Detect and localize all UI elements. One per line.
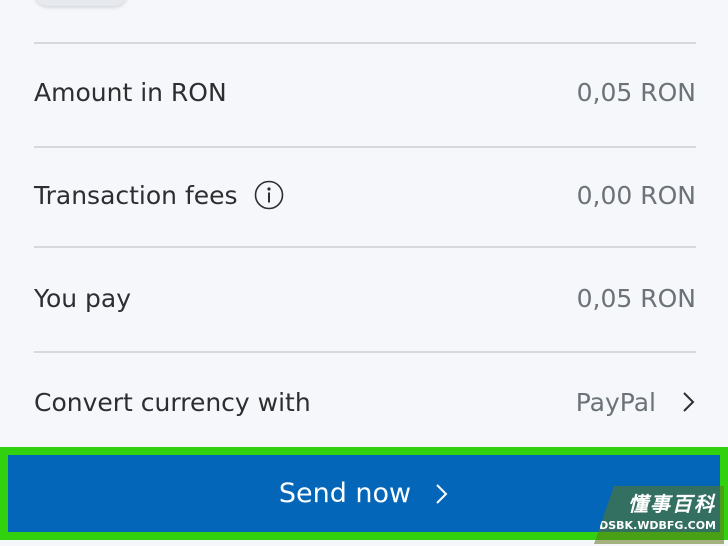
row-value-group: PayPal [576, 388, 696, 417]
divider [34, 42, 696, 44]
divider [34, 246, 696, 248]
send-now-label: Send now [278, 478, 412, 509]
divider [34, 351, 696, 353]
watermark-subtitle: DSBK.WDBFG.COM [599, 519, 716, 532]
watermark: 懂事百科 DSBK.WDBFG.COM [594, 486, 724, 544]
row-transaction-fees: Transaction fees 0,00 RON [34, 165, 696, 225]
row-label: Amount in RON [34, 77, 227, 107]
row-value: 0,05 RON [576, 283, 696, 313]
partial-element-top [34, 0, 128, 6]
row-convert-currency[interactable]: Convert currency with PayPal [34, 372, 696, 432]
payment-review-screen: Amount in RON 0,05 RON Transaction fees … [0, 0, 728, 546]
chevron-right-icon [433, 481, 449, 507]
row-label-group: Transaction fees [34, 180, 284, 210]
row-label: Convert currency with [34, 387, 311, 417]
watermark-title: 懂事百科 [628, 492, 716, 516]
divider [34, 146, 696, 148]
row-amount-in-ron: Amount in RON 0,05 RON [34, 62, 696, 122]
info-icon[interactable] [254, 180, 284, 210]
row-value: 0,00 RON [576, 180, 696, 210]
row-you-pay: You pay 0,05 RON [34, 268, 696, 328]
row-label: You pay [34, 283, 132, 313]
row-value: 0,05 RON [576, 77, 696, 107]
chevron-right-icon [680, 390, 696, 414]
conversion-provider: PayPal [575, 387, 656, 417]
row-label: Transaction fees [34, 180, 238, 210]
